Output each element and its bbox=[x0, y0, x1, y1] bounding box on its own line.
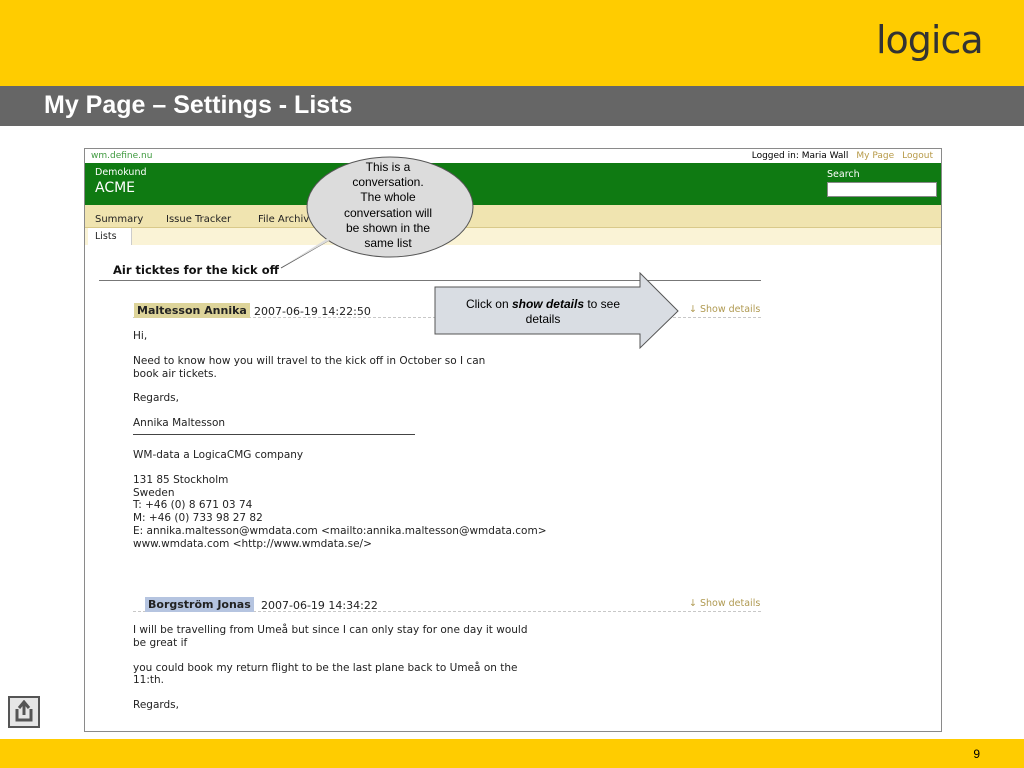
message-body: Hi, Need to know how you will travel to … bbox=[133, 330, 653, 563]
search-label: Search bbox=[827, 169, 860, 180]
site-url[interactable]: wm.define.nu bbox=[91, 151, 152, 161]
signature-name: Annika Maltesson bbox=[133, 417, 226, 430]
message-text: you could book my return flight to be th… bbox=[133, 661, 518, 687]
slide-title: My Page – Settings - Lists bbox=[44, 91, 353, 119]
message-date: 2007-06-19 14:34:22 bbox=[261, 599, 378, 612]
project-name: ACME bbox=[95, 180, 136, 196]
thread-title: Air ticktes for the kick off bbox=[113, 263, 279, 277]
page-number: 9 bbox=[973, 747, 980, 761]
website-screenshot: wm.define.nu Logged in: Maria Wall My Pag… bbox=[84, 148, 942, 732]
signature-contact: 131 85 Stockholm Sweden T: +46 (0) 8 671… bbox=[133, 473, 547, 550]
logout-link[interactable]: Logout bbox=[902, 151, 933, 161]
show-details-link[interactable]: ↓ Show details bbox=[689, 598, 760, 609]
tab-lists[interactable]: Lists bbox=[88, 228, 132, 245]
message-regards: Regards, bbox=[133, 699, 179, 712]
site-header: Demokund ACME Search bbox=[85, 163, 941, 205]
search-input[interactable] bbox=[827, 182, 937, 197]
login-info: Logged in: Maria Wall My Page Logout bbox=[752, 151, 933, 161]
header-bar bbox=[0, 0, 1024, 86]
message-author: Maltesson Annika bbox=[134, 303, 250, 318]
site-top-strip: wm.define.nu Logged in: Maria Wall My Pag… bbox=[85, 149, 941, 163]
bubble-text: This is a conversation. The whole conver… bbox=[343, 160, 433, 251]
sub-tabs: Lists bbox=[85, 228, 941, 245]
return-arrow-icon[interactable] bbox=[8, 696, 40, 728]
message-text: I will be travelling from Umeå but since… bbox=[133, 624, 528, 649]
arrow-callout-text: Click on show details to see details bbox=[465, 297, 621, 326]
show-details-link[interactable]: ↓ Show details bbox=[689, 304, 760, 315]
my-page-link[interactable]: My Page bbox=[856, 151, 894, 161]
customer-name: Demokund bbox=[95, 167, 147, 178]
logica-logo: logica bbox=[876, 18, 984, 62]
signature-web: www.wmdata.com <http://www.wmdata.se/> bbox=[133, 537, 372, 550]
logged-in-text: Logged in: Maria Wall bbox=[751, 151, 849, 161]
message-text: Need to know how you will travel to the … bbox=[133, 354, 486, 380]
message-author: Borgström Jonas bbox=[145, 597, 254, 612]
footer-bar bbox=[0, 739, 1024, 768]
message-regards: Regards, bbox=[133, 392, 179, 405]
tab-issue-tracker[interactable]: Issue Tracker bbox=[166, 214, 231, 225]
message-body: I will be travelling from Umeå but since… bbox=[133, 624, 653, 724]
signature-divider bbox=[133, 433, 415, 435]
signature-company: WM-data a LogicaCMG company bbox=[133, 448, 304, 461]
main-tabs: Summary Issue Tracker File Archiv bbox=[85, 205, 941, 228]
signature-email: E: annika.maltesson@wmdata.com <mailto:a… bbox=[133, 524, 547, 537]
tab-summary[interactable]: Summary bbox=[95, 214, 143, 225]
message-date: 2007-06-19 14:22:50 bbox=[254, 305, 371, 318]
